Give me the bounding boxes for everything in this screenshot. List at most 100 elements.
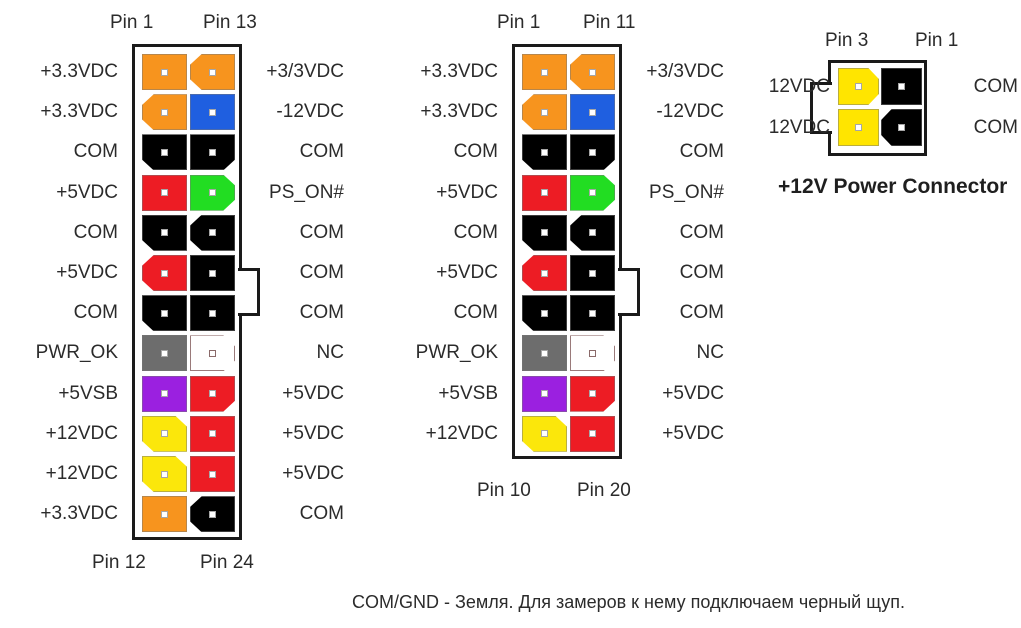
pin-hole: [541, 430, 548, 438]
pin-20-left-10: [522, 415, 567, 452]
pin-hole: [589, 269, 596, 277]
pin-hole: [161, 430, 168, 438]
pin-24-left-7: [142, 295, 187, 332]
pin-24-right-11: [190, 456, 235, 492]
pin-label-24-right-4: PS_ON#: [269, 181, 344, 203]
pin-hole: [209, 510, 216, 518]
pin-24-left-2: [142, 94, 187, 131]
pin-label-20-left-4: +5VDC: [436, 181, 498, 203]
pin-hole: [161, 189, 168, 197]
pin-header-left-24: Pin 1: [110, 12, 154, 33]
pin-label-24-left-1: +3.3VDC: [40, 61, 118, 82]
pin-hole: [589, 349, 596, 357]
pin-label-24-right-8: NC: [316, 342, 344, 364]
pin-24-left-4: [142, 174, 187, 211]
pin-label-20-right-1: +3/3VDC: [646, 61, 724, 82]
pin-label-24-left-5: COM: [73, 221, 118, 243]
connector-24pin: Pin 1 Pin 13 +3.3VDC +3/3VDC +3.3VDC -12VDC…: [0, 0, 350, 580]
pin-20-left-6: [522, 255, 567, 291]
pin-hole: [161, 108, 168, 116]
pin-20-right-10: [570, 415, 615, 452]
pin-20-right-8: [570, 335, 615, 372]
pin-label-24-left-11: +12VDC: [45, 463, 118, 484]
pin-hole: [541, 68, 548, 76]
pin-label-24-right-1: +3/3VDC: [266, 61, 344, 82]
pin-20-right-5: [570, 214, 615, 251]
pin-hole: [589, 390, 596, 398]
pin-hole: [589, 430, 596, 438]
pin-hole: [589, 108, 596, 116]
pin-hole: [209, 229, 216, 237]
pin-header-right-12v: Pin 1: [915, 30, 959, 51]
pin-hole: [589, 148, 596, 156]
pin-label-20-right-10: +5VDC: [662, 422, 724, 444]
pin-hole: [161, 148, 168, 156]
pin-label-24-right-5: COM: [299, 221, 344, 243]
latch-cover-20: [616, 271, 622, 313]
pin-20-left-8: [522, 335, 567, 372]
pin-hole: [589, 68, 596, 76]
pin-24-left-9: [142, 375, 187, 412]
pin-label-20-right-8: NC: [696, 342, 724, 364]
pin-label-24-left-2: +3.3VDC: [40, 101, 118, 123]
pin-12v-right-2: [881, 109, 922, 146]
pin-24-right-9: [190, 375, 235, 412]
pin-header-right-20: Pin 11: [583, 12, 636, 33]
pin-24-left-1: [142, 54, 187, 90]
pin-hole: [209, 309, 216, 317]
pin-hole: [898, 83, 905, 90]
pin-20-left-2: [522, 94, 567, 131]
pin-label-24-left-10: +12VDC: [45, 422, 118, 444]
pin-hole: [898, 124, 905, 131]
pin-hole: [541, 229, 548, 237]
pin-label-24-right-10: +5VDC: [282, 422, 344, 444]
pin-hole: [209, 148, 216, 156]
pin-hole: [541, 349, 548, 357]
pin-24-right-8: [190, 335, 235, 372]
pin-24-left-3: [142, 134, 187, 171]
pin-20-right-4: [570, 174, 615, 211]
pin-label-24-right-12: COM: [299, 503, 344, 525]
pin-20-left-3: [522, 134, 567, 171]
pin-label-20-left-1: +3.3VDC: [420, 61, 498, 82]
pin-20-left-4: [522, 174, 567, 211]
pin-24-right-4: [190, 174, 235, 211]
pin-hole: [855, 124, 862, 131]
pin-hole: [541, 148, 548, 156]
pin-24-right-2: [190, 94, 235, 131]
pin-hole: [161, 229, 168, 237]
pin-hole: [589, 189, 596, 197]
pin-label-12v-left-2: 12VDC: [768, 116, 830, 138]
pin-label-24-right-11: +5VDC: [282, 463, 344, 484]
pin-label-20-right-9: +5VDC: [662, 382, 724, 404]
pin-label-12v-left-1: 12VDC: [768, 75, 830, 97]
pin-24-right-12: [190, 496, 235, 533]
pin-label-20-right-3: COM: [679, 141, 724, 163]
pin-label-24-right-2: -12VDC: [276, 101, 344, 123]
diagram-caption: COM/GND - Земля. Для замеров к нему подк…: [352, 592, 905, 612]
pin-hole: [209, 269, 216, 277]
pin-24-left-5: [142, 214, 187, 251]
pin-label-24-right-9: +5VDC: [282, 382, 344, 404]
pin-20-right-2: [570, 94, 615, 131]
pin-label-20-right-2: -12VDC: [656, 101, 724, 123]
pin-20-left-1: [522, 54, 567, 90]
pin-label-12v-right-2: COM: [973, 116, 1018, 138]
pin-label-20-left-7: COM: [453, 302, 498, 324]
pin-12v-right-1: [881, 68, 922, 105]
pin-label-24-left-9: +5VSB: [58, 382, 118, 404]
pin-hole: [161, 269, 168, 277]
pin-24-right-3: [190, 134, 235, 171]
pin-label-20-right-5: COM: [679, 221, 724, 243]
pin-24-right-5: [190, 214, 235, 251]
pin-24-right-6: [190, 255, 235, 291]
pin-hole: [209, 349, 216, 357]
pin-20-right-1: [570, 54, 615, 90]
pin-hole: [161, 390, 168, 398]
pin-20-right-9: [570, 375, 615, 412]
pin-24-right-10: [190, 415, 235, 452]
pin-label-24-right-3: COM: [299, 141, 344, 163]
pin-footer-right-20: Pin 20: [577, 480, 631, 501]
pin-footer-left-20: Pin 10: [477, 480, 531, 501]
pin-24-left-8: [142, 335, 187, 372]
